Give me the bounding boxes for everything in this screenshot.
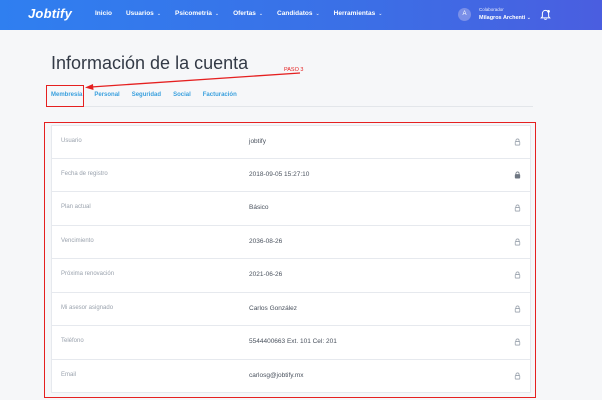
bell-icon[interactable] <box>540 9 551 21</box>
tab-facturacion[interactable]: Facturación <box>203 92 237 98</box>
chevron-down-icon: ⌄ <box>378 11 383 17</box>
nav-item-inicio[interactable]: Inicio <box>95 10 112 17</box>
annotation-box-table <box>44 122 536 398</box>
chevron-down-icon: ⌄ <box>156 11 162 17</box>
nav-label: Psicometría <box>175 10 212 17</box>
nav-item-usuarios[interactable]: Usuarios ⌄ <box>126 10 161 17</box>
tab-seguridad[interactable]: Seguridad <box>132 92 161 98</box>
chevron-down-icon: ⌄ <box>315 11 320 17</box>
user-role: Colaborador <box>479 7 504 12</box>
nav-item-ofertas[interactable]: Ofertas ⌄ <box>233 10 263 17</box>
tab-personal[interactable]: Personal <box>94 92 119 98</box>
nav-item-herramientas[interactable]: Herramientas ⌄ <box>334 10 383 17</box>
avatar[interactable]: A <box>458 8 471 21</box>
user-menu[interactable]: Milagros Archenti ⌄ <box>479 15 531 21</box>
nav-item-psicometria[interactable]: Psicometría ⌄ <box>175 10 219 17</box>
nav-label: Candidatos <box>277 10 313 17</box>
annotation-step-label: PASO 3 <box>284 67 304 73</box>
nav-label: Ofertas <box>233 10 256 17</box>
chevron-down-icon: ⌄ <box>214 11 220 17</box>
tab-social[interactable]: Social <box>173 92 191 98</box>
top-navbar: Jobtify Inicio Usuarios ⌄ Psicometría ⌄ Of… <box>0 0 602 30</box>
chevron-down-icon: ⌄ <box>258 11 264 17</box>
page-title: Información de la cuenta <box>51 53 249 73</box>
nav-label: Inicio <box>95 10 112 17</box>
annotation-box-tab <box>46 85 84 107</box>
chevron-down-icon: ⌄ <box>526 15 531 21</box>
jobtify-logo[interactable]: Jobtify <box>28 6 72 21</box>
nav-item-candidatos[interactable]: Candidatos ⌄ <box>277 10 320 17</box>
tabs-divider <box>51 106 533 107</box>
nav-label: Herramientas <box>333 10 376 17</box>
logo-text: Jobtify <box>28 6 73 21</box>
main-nav: Inicio Usuarios ⌄ Psicometría ⌄ Ofertas ⌄ C… <box>95 10 396 17</box>
user-name: Milagros Archenti <box>479 15 526 21</box>
nav-label: Usuarios <box>125 10 154 17</box>
